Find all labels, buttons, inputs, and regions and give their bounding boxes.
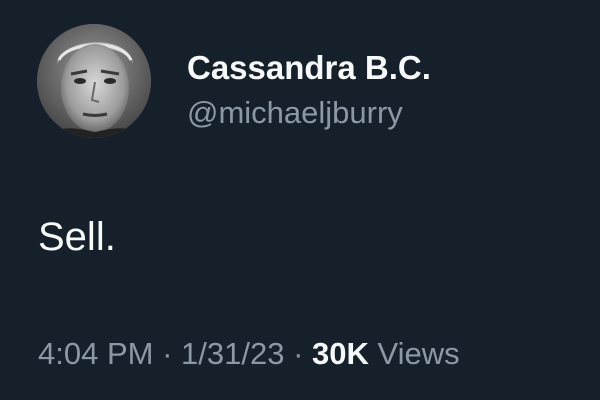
tweet-card: Cassandra B.C. @michaeljburry Sell. 4:04… bbox=[0, 0, 600, 400]
user-handle[interactable]: @michaeljburry bbox=[187, 95, 403, 131]
avatar-photo-icon bbox=[37, 24, 151, 138]
tweet-meta: 4:04 PM · 1/31/23 · 30K Views bbox=[38, 336, 460, 372]
avatar[interactable] bbox=[37, 24, 151, 138]
display-name[interactable]: Cassandra B.C. bbox=[187, 49, 431, 87]
tweet-date[interactable]: 1/31/23 bbox=[181, 336, 284, 371]
tweet-time[interactable]: 4:04 PM bbox=[38, 336, 153, 371]
views-label: Views bbox=[377, 336, 460, 371]
meta-separator: · bbox=[153, 336, 182, 371]
tweet-text: Sell. bbox=[38, 215, 116, 259]
views-count[interactable]: 30K bbox=[312, 336, 369, 371]
meta-separator: · bbox=[284, 336, 313, 371]
